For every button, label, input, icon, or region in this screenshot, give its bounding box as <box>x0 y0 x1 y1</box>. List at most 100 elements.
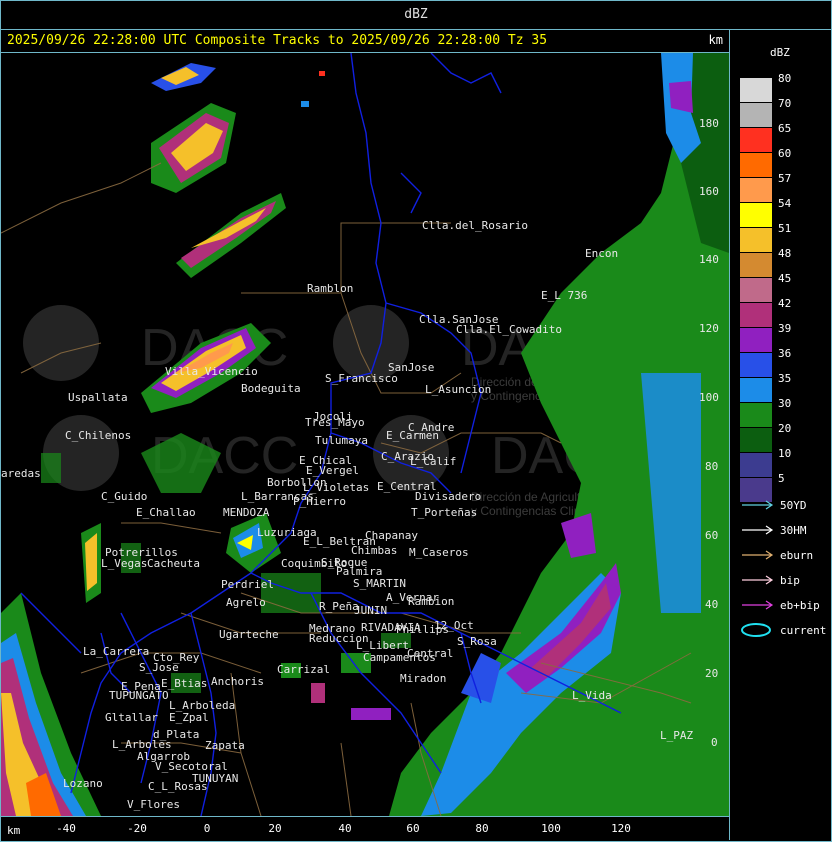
place-label: Ramblon <box>307 282 353 295</box>
place-label: T_Porteñas <box>411 506 477 519</box>
x-tick: 60 <box>406 822 420 835</box>
track-label: current <box>780 624 827 637</box>
scale-label: 20 <box>778 422 792 435</box>
y-tick-40: 40 <box>705 598 718 611</box>
x-tick: 80 <box>475 822 489 835</box>
scale-swatch <box>740 453 772 477</box>
x-tick: -20 <box>127 822 147 835</box>
place-label: Rambion <box>408 595 454 608</box>
place-label: C_Chilenos <box>65 429 131 442</box>
x-tick: 0 <box>203 822 211 835</box>
legend-title: dBZ <box>770 46 790 59</box>
scale-label: 10 <box>778 447 792 460</box>
window-title: dBZ <box>404 7 428 22</box>
place-label: Anchoris <box>211 675 264 688</box>
place-label: Lozano <box>63 777 103 790</box>
place-label: Tulumaya <box>315 434 368 447</box>
place-label: JUNIN <box>354 604 387 617</box>
scale-label: 65 <box>778 122 792 135</box>
track-arrow-icon <box>742 575 774 585</box>
place-label: Ugarteche <box>219 628 279 641</box>
x-tick: 40 <box>338 822 352 835</box>
scale-label: 48 <box>778 247 792 260</box>
y-tick-160: 160 <box>699 185 719 198</box>
track-label: 30HM <box>780 524 807 537</box>
place-label: R_Peña <box>319 600 359 613</box>
place-label: L_Vida <box>572 689 612 702</box>
radar-map-canvas[interactable]: DACC DACC DACC DACC Dirección de Agricul… <box>0 52 729 817</box>
place-label: Encon <box>585 247 618 260</box>
track-arrow-icon <box>742 500 774 510</box>
scale-label: 39 <box>778 322 792 335</box>
place-label: Perdriel <box>221 578 274 591</box>
scale-label: 57 <box>778 172 792 185</box>
scale-label: 35 <box>778 372 792 385</box>
track-arrow-icon <box>742 550 774 560</box>
place-label: 12_Oct <box>434 619 474 632</box>
track-arrow-icon <box>742 600 774 610</box>
scale-swatch <box>740 278 772 302</box>
place-label: C_L_Rosas <box>148 780 208 793</box>
place-label: L_Calif <box>410 455 456 468</box>
place-label: Clla.El_Cowadito <box>456 323 562 336</box>
place-label: aredas <box>1 467 41 480</box>
y-tick-120: 120 <box>699 322 719 335</box>
scale-label: 80 <box>778 72 792 85</box>
scale-label: 30 <box>778 397 792 410</box>
x-axis-unit: km <box>7 824 21 837</box>
place-label: Zapata <box>205 739 245 752</box>
place-label: Gltallar <box>105 711 158 724</box>
scale-swatch <box>740 128 772 152</box>
place-label: V_Flores <box>127 798 180 811</box>
radar-map[interactable]: DACC DACC DACC DACC Dirección de Agricul… <box>0 52 729 817</box>
scale-swatch <box>740 328 772 352</box>
scale-swatch <box>740 428 772 452</box>
scale-label: 60 <box>778 147 792 160</box>
scale-label: 42 <box>778 297 792 310</box>
scale-label: 45 <box>778 272 792 285</box>
place-label: L_Barrancas <box>241 490 314 503</box>
x-tick: 20 <box>268 822 282 835</box>
place-label: Cacheuta <box>147 557 200 570</box>
scale-label: 70 <box>778 97 792 110</box>
x-tick: 120 <box>611 822 631 835</box>
place-label: S_MARTIN <box>353 577 406 590</box>
place-label: S_Rosa <box>457 635 497 648</box>
scale-swatch <box>740 403 772 427</box>
x-axis: km -40 -20 0 20 40 60 80 100 120 <box>1 816 729 841</box>
y-tick-60: 60 <box>705 529 718 542</box>
scale-label: 5 <box>778 472 785 485</box>
scale-swatch <box>740 203 772 227</box>
scale-swatch <box>740 178 772 202</box>
place-label: Villa_Vicencio <box>165 365 258 378</box>
y-tick-180: 180 <box>699 117 719 130</box>
product-header: 2025/09/26 22:28:00 UTC Composite Tracks… <box>1 30 729 53</box>
place-label: MENDOZA <box>223 506 270 519</box>
place-label: S_Francisco <box>325 372 398 385</box>
place-label: La_Carrera <box>83 645 149 658</box>
place-label: L_Asuncion <box>425 383 491 396</box>
place-label: TUPUNGATO <box>109 689 169 702</box>
place-label: Agrelo <box>226 596 266 609</box>
place-label: Uspallata <box>68 391 128 404</box>
place-label: Central <box>407 647 453 660</box>
current-ellipse-icon <box>741 623 771 637</box>
place-label: Bodeguita <box>241 382 301 395</box>
place-label: E_Challao <box>136 506 196 519</box>
place-label: Clla.del_Rosario <box>422 219 528 232</box>
x-tick: -40 <box>56 822 76 835</box>
place-label: E_L_Beltran <box>303 535 376 548</box>
scale-label: 51 <box>778 222 792 235</box>
track-label: eb+bip <box>780 599 820 612</box>
track-label: 50YD <box>780 499 807 512</box>
x-tick: 100 <box>541 822 561 835</box>
y-tick-100: 100 <box>699 391 719 404</box>
scale-swatch <box>740 303 772 327</box>
header-unit: km <box>708 33 723 47</box>
place-label: E_Zpal <box>169 711 209 724</box>
y-tick-80: 80 <box>705 460 718 473</box>
scale-swatch <box>740 353 772 377</box>
place-label: Carrizal <box>277 663 330 676</box>
track-arrow-icon <box>742 525 774 535</box>
place-label: Miradon <box>400 672 446 685</box>
